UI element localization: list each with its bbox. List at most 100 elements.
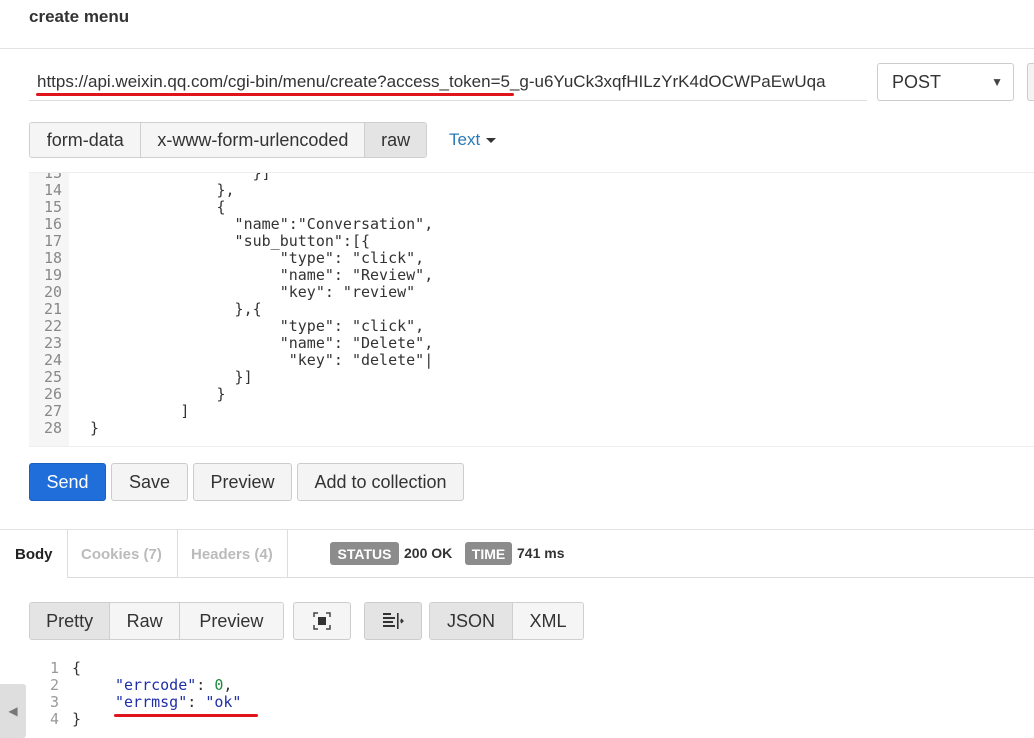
response-view-tabs: Pretty Raw Preview (29, 602, 284, 640)
code-text: "name":"Conversation", (72, 215, 434, 233)
code-line: 24 "key": "delete"| (29, 351, 433, 369)
json-separator: : (196, 676, 215, 694)
divider (67, 577, 1034, 578)
response-line: 3 "errmsg": "ok" (29, 693, 241, 711)
status-value: 200 OK (404, 545, 453, 561)
code-text: }] (72, 368, 253, 386)
code-text: "type": "click", (72, 317, 425, 335)
time-badge: TIME (465, 542, 512, 565)
line-number: 3 (49, 693, 59, 711)
line-number: 26 (43, 385, 62, 403)
code-line: 26 } (29, 385, 226, 403)
json-comma: , (223, 676, 233, 694)
code-text: { (72, 198, 226, 216)
status-badge: STATUS (330, 542, 399, 565)
code-line: 17 "sub_button":[{ (29, 233, 370, 250)
line-number: 25 (43, 368, 62, 386)
divider (177, 530, 178, 578)
tab-body[interactable]: Body (15, 530, 53, 578)
code-text: },{ (72, 300, 262, 318)
line-number: 4 (49, 710, 59, 728)
save-button[interactable]: Save (111, 463, 188, 501)
tab-cookies[interactable]: Cookies (7) (81, 530, 162, 578)
json-separator: : (187, 693, 206, 711)
code-line: 22 "type": "click", (29, 317, 424, 335)
code-line: 18 "type": "click", (29, 249, 424, 267)
response-line: 2 "errcode": 0, (29, 677, 232, 694)
line-number: 19 (43, 266, 62, 284)
line-number: 20 (43, 283, 62, 301)
wrap-lines-button[interactable] (364, 602, 422, 640)
brace: } (72, 710, 82, 728)
tab-headers[interactable]: Headers (4) (191, 530, 273, 578)
tab-json[interactable]: JSON (430, 603, 513, 639)
code-text: "name": "Review", (72, 266, 434, 284)
send-button[interactable]: Send (29, 463, 106, 501)
tab-xml[interactable]: XML (512, 603, 583, 639)
json-string: "ok" (205, 693, 242, 711)
response-text: "errcode": 0, (115, 677, 232, 694)
tab-form-data[interactable]: form-data (30, 123, 142, 157)
response-text: "errmsg": "ok" (115, 694, 241, 711)
fullscreen-button[interactable] (293, 602, 351, 640)
caret-down-icon (486, 138, 497, 144)
format-tabs: JSON XML (429, 602, 584, 640)
content-type-label: Text (449, 130, 481, 149)
line-number: 28 (43, 419, 62, 437)
line-number: 22 (43, 317, 62, 335)
line-number: 16 (43, 215, 62, 233)
code-text: } (72, 385, 226, 403)
divider (0, 48, 1034, 49)
divider (287, 530, 288, 578)
line-number: 15 (43, 198, 62, 216)
tab-raw-view[interactable]: Raw (110, 603, 180, 639)
code-line: 23 "name": "Delete", (29, 334, 433, 352)
json-key: "errmsg" (115, 693, 188, 711)
code-text: "sub_button":[{ (72, 232, 371, 250)
url-underline-annotation (36, 93, 514, 96)
request-body-editor[interactable]: 13 }] 14 }, 15 {16 "name":"Conversation", 1… (29, 172, 1034, 447)
line-number: 1 (49, 659, 59, 677)
code-text: } (72, 419, 100, 437)
code-line: 16 "name":"Conversation", (29, 215, 433, 233)
code-line: 25 }] (29, 368, 253, 386)
code-line: 28 } (29, 419, 99, 437)
line-number: 14 (43, 181, 62, 199)
line-number: 18 (43, 249, 62, 267)
response-body-viewer: 1{2 "errcode": 0, 3 "errmsg": "ok" 4} (29, 658, 1034, 738)
code-text: }, (72, 181, 235, 199)
tab-preview-view[interactable]: Preview (179, 603, 283, 639)
tab-pretty[interactable]: Pretty (30, 603, 111, 639)
response-line: 1{ (29, 659, 81, 677)
page-title: create menu (29, 7, 130, 26)
line-number: 27 (43, 402, 62, 420)
code-text: "type": "click", (72, 249, 425, 267)
time-value: 741 ms (517, 545, 565, 561)
tab-raw[interactable]: raw (365, 123, 426, 157)
errmsg-underline-annotation (114, 714, 258, 717)
add-to-collection-button[interactable]: Add to collection (297, 463, 464, 501)
preview-button[interactable]: Preview (193, 463, 292, 501)
scroll-left-icon[interactable]: ◀ (0, 684, 26, 738)
code-text: "key": "review" (72, 283, 416, 301)
code-text: "key": "delete"| (72, 351, 434, 369)
code-line: 14 }, (29, 181, 235, 199)
code-text: "name": "Delete", (72, 334, 434, 352)
line-number: 23 (43, 334, 62, 352)
caret-down-icon: ▼ (991, 75, 1003, 89)
method-value: POST (892, 72, 942, 92)
line-number: 21 (43, 300, 62, 318)
divider (67, 530, 68, 578)
code-line: 21 },{ (29, 300, 262, 318)
line-number: 24 (43, 351, 62, 369)
tab-x-www-form-urlencoded[interactable]: x-www-form-urlencoded (141, 123, 366, 157)
method-select[interactable]: POST ▼ (877, 63, 1014, 101)
wrap-lines-icon (383, 613, 404, 629)
code-line: 15 { (29, 198, 226, 216)
code-line: 20 "key": "review" (29, 283, 415, 301)
response-line: 4} (29, 710, 81, 728)
content-type-dropdown[interactable]: Text (449, 130, 497, 150)
code-line: 27 ] (29, 402, 189, 420)
code-line: 19 "name": "Review", (29, 266, 433, 284)
header-button-partial[interactable] (1027, 63, 1034, 101)
